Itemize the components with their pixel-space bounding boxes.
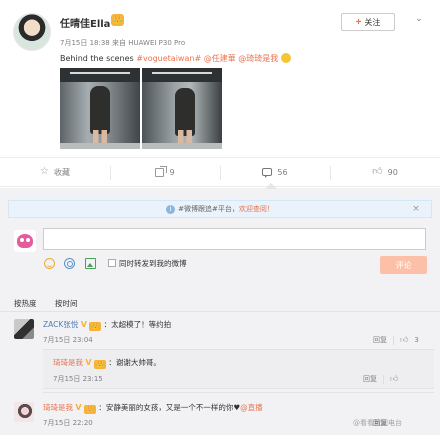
thumb-up-icon[interactable]: 👍︎: [390, 374, 398, 384]
vip-crown-icon: 👑: [93, 360, 106, 369]
close-icon[interactable]: ×: [411, 204, 421, 214]
comment-divider: [43, 392, 434, 393]
watermark: @看看新闻电台: [353, 419, 402, 427]
reply-line: 琦琦是我 V 👑 ：谢谢大帅哥。: [53, 357, 161, 369]
repost-label[interactable]: 同时转发到我的微博: [119, 258, 187, 269]
vip-crown-icon: 👑: [83, 405, 96, 414]
submit-comment-button[interactable]: 评论: [380, 256, 427, 274]
commenter-name[interactable]: ZACK张悦: [43, 320, 78, 329]
comment-text: ：安静美丽的女孩，又是一个不一样的你♥: [98, 403, 241, 412]
emoji-icon: [280, 53, 291, 63]
reply-button[interactable]: 回复: [373, 335, 387, 345]
chevron-down-icon[interactable]: ⌄: [413, 14, 425, 26]
author-name[interactable]: 任晴佳Ella: [60, 15, 110, 30]
author-avatar[interactable]: [13, 13, 51, 51]
emoji-icon[interactable]: [44, 258, 55, 269]
commenter-avatar[interactable]: [14, 402, 34, 422]
vip-crown-icon: 👑: [89, 322, 102, 331]
post-text: Behind the scenes #voguetaiwan# @任建華 @琦琦…: [60, 53, 291, 64]
comment-icon: [262, 168, 273, 178]
comment-text: ：太超模了！等约拍: [103, 320, 172, 329]
reply-button[interactable]: 回复: [363, 374, 377, 384]
share-icon: [155, 165, 168, 177]
follow-button[interactable]: + 关注: [341, 13, 395, 31]
repost-checkbox[interactable]: [108, 259, 116, 267]
my-avatar[interactable]: [14, 230, 36, 252]
sort-by-time[interactable]: 按时间: [55, 298, 78, 309]
post-text-lead: Behind the scenes: [60, 54, 137, 63]
comment-mention[interactable]: @直播: [240, 403, 263, 412]
comment-line: 琦琦是我 V 👑 ：安静美丽的女孩，又是一个不一样的你♥@直播: [43, 402, 263, 414]
panel-pointer: [265, 183, 277, 189]
notice-link[interactable]: 欢迎查阅！: [239, 204, 274, 214]
favorite-label: 收藏: [53, 167, 70, 177]
verified-icon: V: [75, 403, 82, 412]
favorite-action[interactable]: ☆ 收藏: [0, 158, 110, 186]
hashtag-link[interactable]: #voguetaiwan#: [136, 54, 201, 63]
like-action[interactable]: 👍︎ 90: [330, 158, 440, 186]
reply-text: ：谢谢大帅哥。: [108, 358, 161, 367]
thumb-up-icon: 👍︎: [372, 166, 383, 177]
comment-like-count: 3: [414, 336, 419, 344]
mention-link[interactable]: @琦琦是我: [238, 54, 278, 63]
info-icon: i: [166, 204, 176, 214]
notice-banner: i #微博跟追#平台， 欢迎查阅！: [8, 200, 432, 218]
comment-line: ZACK张悦 V 👑 ：太超模了！等约拍: [43, 319, 171, 331]
post-source[interactable]: HUAWEI P30 Pro: [128, 39, 185, 47]
commenter-avatar[interactable]: [14, 319, 34, 339]
image-icon[interactable]: [85, 258, 96, 269]
post-photo[interactable]: [60, 68, 140, 149]
sort-by-hot[interactable]: 按热度: [14, 298, 37, 309]
follow-label: 关注: [364, 17, 381, 27]
plus-icon: +: [355, 16, 362, 28]
mention-link[interactable]: @任建華: [204, 54, 236, 63]
reply-time: 7月15日 23:15: [53, 375, 103, 383]
verified-icon: V: [80, 320, 87, 329]
at-icon[interactable]: [64, 258, 75, 269]
comment-input[interactable]: [43, 228, 426, 250]
post-date[interactable]: 7月15日 18:38: [60, 39, 110, 47]
vip-crown-icon: 👑: [111, 14, 124, 26]
verified-icon: V: [85, 358, 92, 367]
reply-ops: 回复 👍︎: [363, 374, 398, 384]
divider: [383, 374, 384, 384]
repost-action[interactable]: 9: [110, 158, 220, 186]
star-icon: ☆: [40, 166, 49, 177]
comment-time: 7月15日 23:04: [43, 336, 93, 344]
source-prefix: 来自: [112, 39, 126, 47]
repost-count: 9: [169, 167, 175, 177]
divider: [393, 335, 394, 345]
comment-count: 56: [277, 167, 288, 177]
comment-time: 7月15日 22:20: [43, 419, 93, 427]
commenter-name[interactable]: 琦琦是我: [43, 403, 73, 412]
notice-text: #微博跟追#平台，: [178, 205, 239, 213]
thumb-up-icon[interactable]: 👍︎: [400, 335, 408, 345]
action-bar: ☆ 收藏 9 56 👍︎ 90: [0, 157, 440, 187]
comment-ops: 回复 👍︎ 3: [373, 335, 419, 345]
like-count: 90: [387, 167, 398, 177]
comment-action[interactable]: 56: [220, 158, 330, 186]
post-photo[interactable]: [142, 68, 222, 149]
post-meta: 7月15日 18:38 来自 HUAWEI P30 Pro: [60, 38, 185, 48]
replier-name[interactable]: 琦琦是我: [53, 358, 83, 367]
